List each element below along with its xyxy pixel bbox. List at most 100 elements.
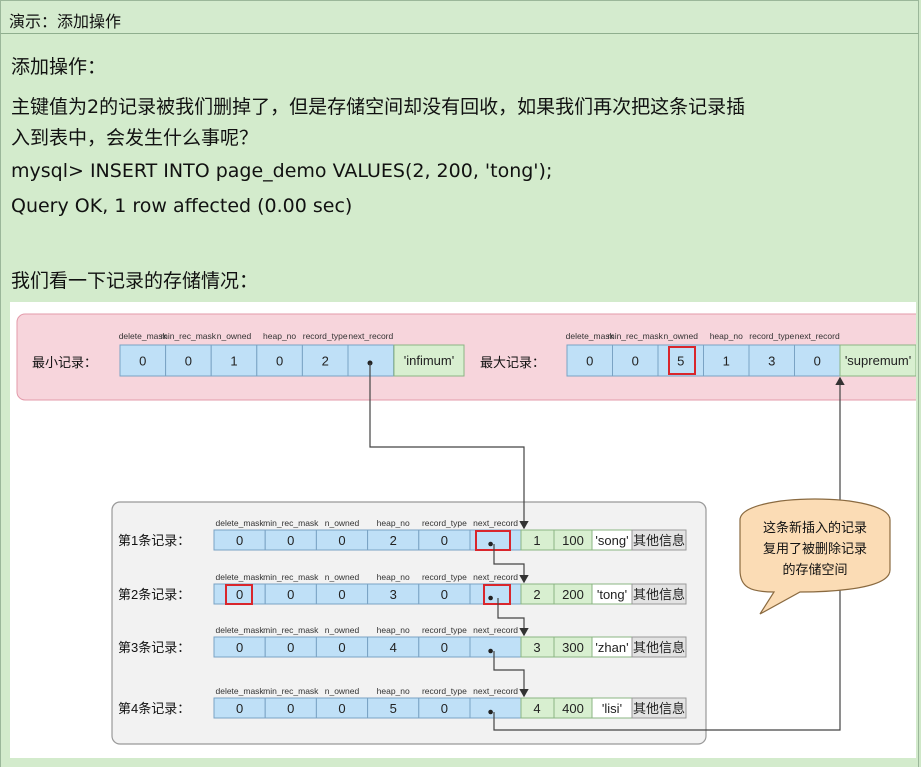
max-record-value-record_type: 3 [768,354,775,369]
callout-line-2: 复用了被删除记录 [763,541,867,556]
record-3-label: 第3条记录： [118,640,190,655]
max-record-extra: 'supremum' [845,353,911,368]
record-1-str: 'song' [595,533,628,548]
record-4-other: 其他信息 [633,701,685,716]
min-record-header-min_rec_mask: min_rec_mask [161,331,217,341]
record-1-next-dot [488,541,493,547]
record-1-value-min_rec_mask: 0 [287,533,294,548]
callout-line-3: 的存储空间 [782,562,847,577]
record-4-header-delete_mask: delete_mask [215,686,264,696]
min-record-extra: 'infimum' [404,353,454,368]
record-4-header-min_rec_mask: min_rec_mask [263,686,319,696]
record-4-id: 4 [533,701,540,716]
callout-line-1: 这条新插入的记录 [763,520,867,535]
record-4-value-heap_no: 5 [390,701,397,716]
min-record-label: 最小记录： [32,355,97,370]
record-4-next-dot [488,709,493,715]
record-3-header-delete_mask: delete_mask [215,625,264,635]
record-4-header-next_record: next_record [473,686,518,696]
record-1-other: 其他信息 [633,533,685,548]
max-record-value-heap_no: 1 [723,354,730,369]
record-2-header-min_rec_mask: min_rec_mask [263,572,319,582]
record-2-value-heap_no: 3 [390,587,397,602]
record-3-num: 300 [562,640,584,655]
min-record-value-n_owned: 1 [230,354,237,369]
record-4-value-delete_mask: 0 [236,701,243,716]
record-2-header-n_owned: n_owned [325,572,360,582]
record-1-header-min_rec_mask: min_rec_mask [263,518,319,528]
record-3-other: 其他信息 [633,640,685,655]
sql-statement: mysql> INSERT INTO page_demo VALUES(2, 2… [11,160,553,182]
record-1-value-record_type: 0 [441,533,448,548]
min-record-cell-next_record [347,344,395,377]
record-1-value-n_owned: 0 [338,533,345,548]
record-3-value-min_rec_mask: 0 [287,640,294,655]
record-1-id: 1 [533,533,540,548]
record-3-value-heap_no: 4 [390,640,397,655]
max-record-header-min_rec_mask: min_rec_mask [608,331,664,341]
max-record-header-n_owned: n_owned [663,331,698,341]
diagram-svg: 最小记录： 0 delete_mask 0 min_rec_mask 1 n_owned 0 h… [16,313,916,745]
record-2-next-dot [488,595,493,601]
sub-heading: 我们看一下记录的存储情况： [11,270,259,292]
max-record-header-next_record: next_record [795,331,840,341]
heading: 添加操作： [11,56,107,78]
record-2-num: 200 [562,587,584,602]
paragraph-line-1: 主键值为2的记录被我们删掉了，但是存储空间却没有回收，如果我们再次把这条记录插 [11,96,746,118]
record-4-value-n_owned: 0 [338,701,345,716]
record-2-header-next_record: next_record [473,572,518,582]
max-record-value-min_rec_mask: 0 [632,354,639,369]
min-record-header-heap_no: heap_no [263,331,296,341]
record-1-header-n_owned: n_owned [325,518,360,528]
record-2-header-record_type: record_type [422,572,467,582]
record-4-header-n_owned: n_owned [325,686,360,696]
record-1-header-record_type: record_type [422,518,467,528]
max-record-header-heap_no: heap_no [710,331,743,341]
header-title: 演示：添加操作 [9,12,122,31]
record-4-value-min_rec_mask: 0 [287,701,294,716]
record-4-header-heap_no: heap_no [377,686,410,696]
max-record-value-n_owned: 5 [677,354,684,369]
max-record-value-next_record: 0 [814,354,821,369]
min-record-header-n_owned: n_owned [217,331,252,341]
paragraph-line-2: 入到表中，会发生什么事呢？ [11,127,259,149]
max-record-header-record_type: record_type [749,331,794,341]
record-2-value-record_type: 0 [441,587,448,602]
record-3-value-record_type: 0 [441,640,448,655]
record-4-header-record_type: record_type [422,686,467,696]
record-1-cell-next_record [469,529,522,551]
min-record-value-record_type: 2 [322,354,329,369]
max-record-value-delete_mask: 0 [586,354,593,369]
record-1-label: 第1条记录： [118,533,190,548]
record-1-header-delete_mask: delete_mask [215,518,264,528]
record-3-header-next_record: next_record [473,625,518,635]
record-3-str: 'zhan' [595,640,628,655]
record-3-header-heap_no: heap_no [377,625,410,635]
record-2-cell-next_record [469,583,522,605]
min-record-header-next_record: next_record [348,331,393,341]
record-3-cell-next_record [469,636,522,658]
record-3-header-record_type: record_type [422,625,467,635]
record-2-value-delete_mask: 0 [236,587,243,602]
record-1-value-delete_mask: 0 [236,533,243,548]
record-2-header-heap_no: heap_no [377,572,410,582]
record-4-str: 'lisi' [602,701,622,716]
record-2-id: 2 [533,587,540,602]
record-3-next-dot [488,648,493,654]
record-4-value-record_type: 0 [441,701,448,716]
record-2-value-min_rec_mask: 0 [287,587,294,602]
record-3-id: 3 [533,640,540,655]
record-2-other: 其他信息 [633,587,685,602]
record-3-header-n_owned: n_owned [325,625,360,635]
record-1-header-next_record: next_record [473,518,518,528]
record-3-header-min_rec_mask: min_rec_mask [263,625,319,635]
min-record-value-min_rec_mask: 0 [185,354,192,369]
record-4-num: 400 [562,701,584,716]
min-record-value-delete_mask: 0 [139,354,146,369]
min-record-header-record_type: record_type [303,331,348,341]
record-2-str: 'tong' [597,587,627,602]
page-header: 演示：添加操作 [0,0,919,34]
record-4-cell-next_record [469,697,522,719]
record-2-label: 第2条记录： [118,587,190,602]
sql-result: Query OK, 1 row affected (0.00 sec) [11,195,353,217]
